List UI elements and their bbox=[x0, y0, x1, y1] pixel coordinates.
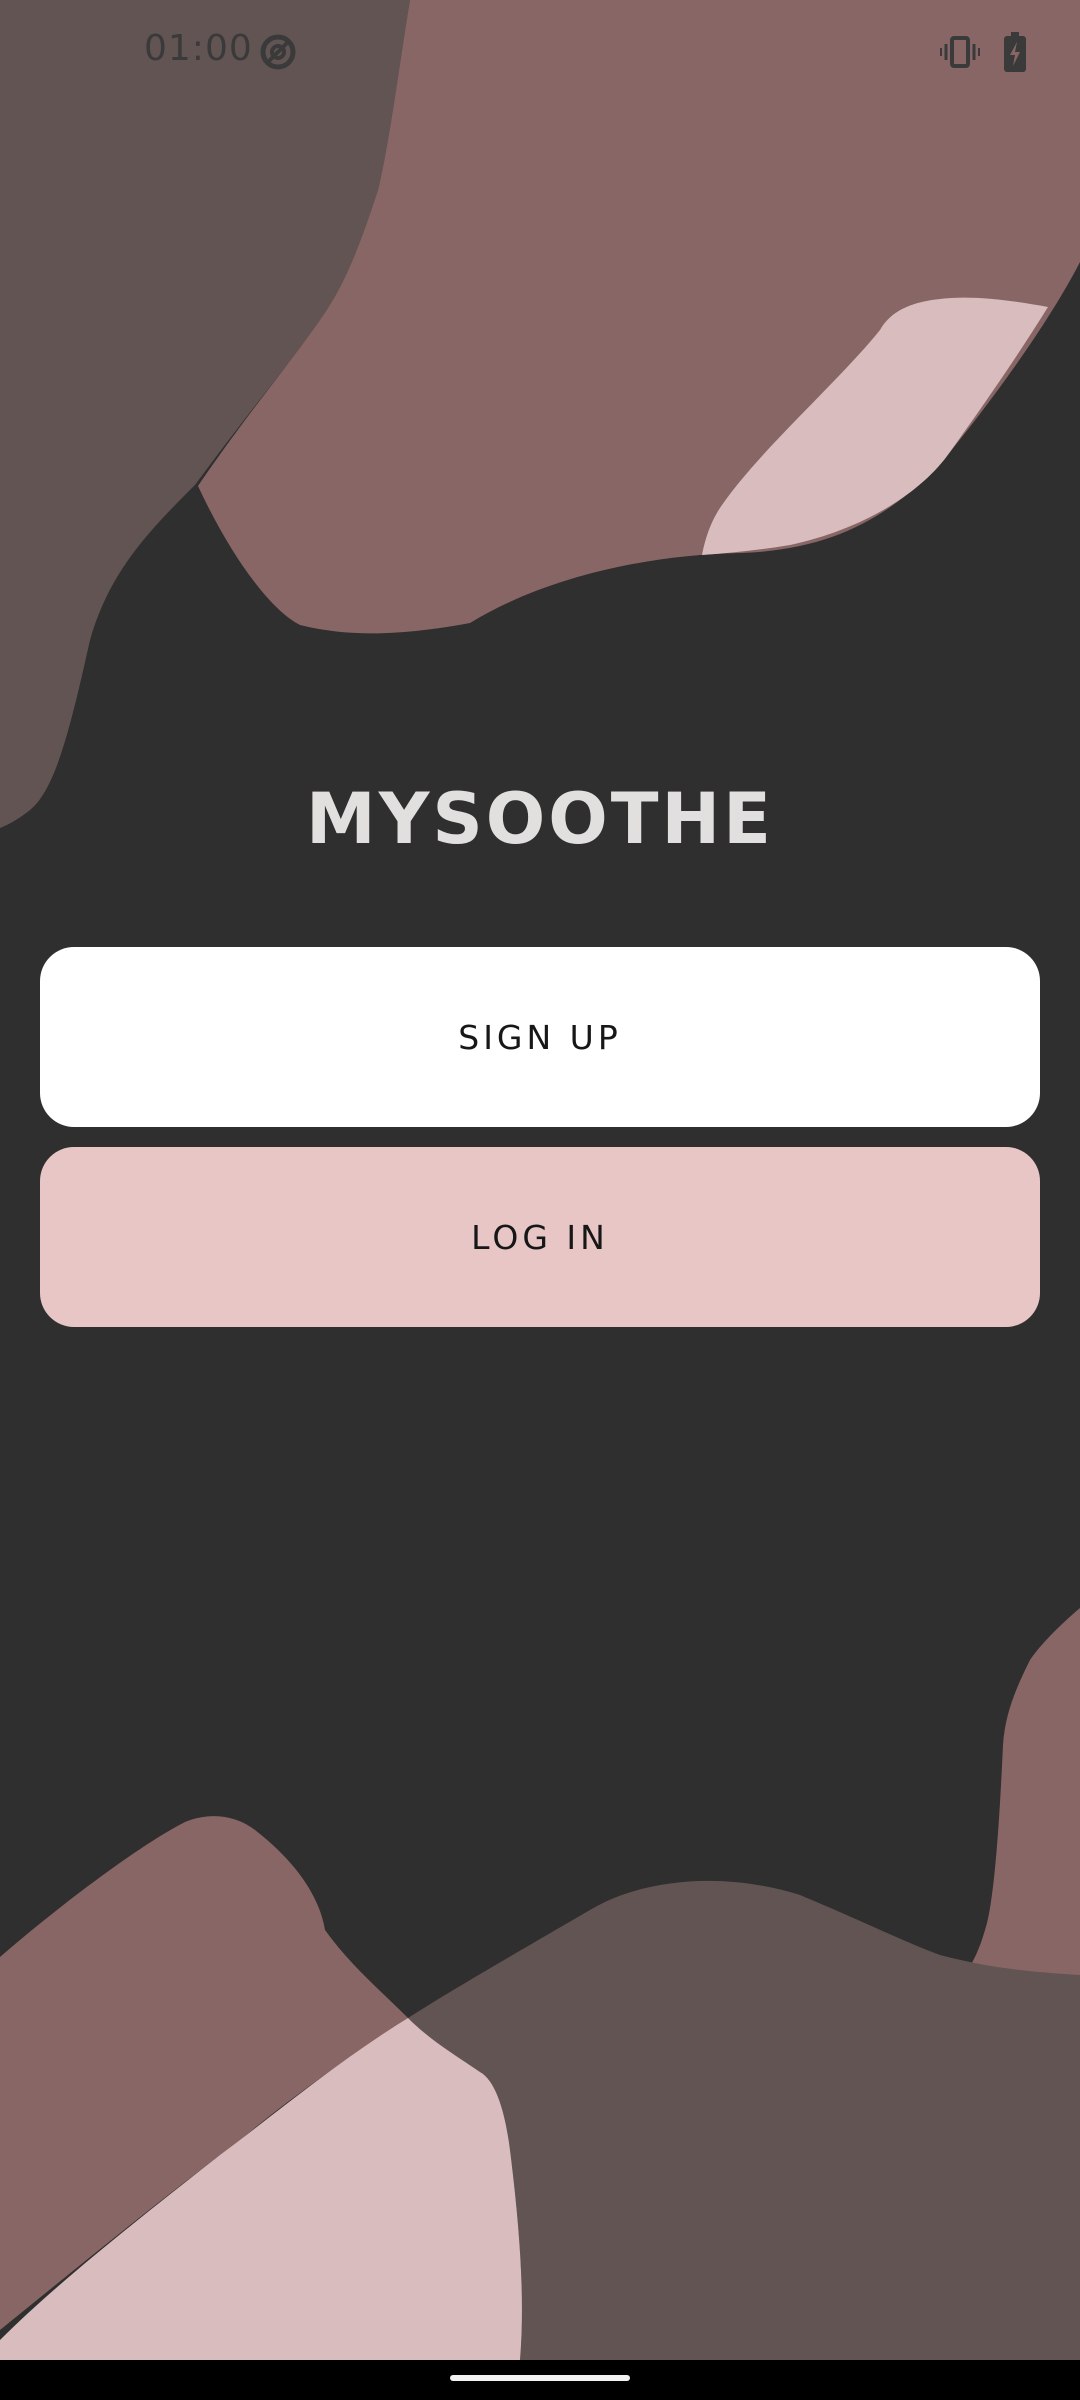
home-gesture-handle[interactable] bbox=[450, 2375, 630, 2381]
welcome-screen: 01:00 MYSOOTHE SIGN UP LOG IN bbox=[0, 0, 1080, 2400]
app-title: MYSOOTHE bbox=[306, 778, 774, 860]
sign-up-label: SIGN UP bbox=[458, 1017, 622, 1057]
status-bar: 01:00 bbox=[0, 0, 1080, 104]
sign-up-button[interactable]: SIGN UP bbox=[40, 947, 1040, 1127]
log-in-button[interactable]: LOG IN bbox=[40, 1147, 1040, 1327]
battery-charging-icon bbox=[1004, 32, 1026, 77]
focus-mode-icon bbox=[258, 32, 298, 77]
navigation-bar bbox=[0, 2360, 1080, 2400]
status-time: 01:00 bbox=[144, 28, 253, 69]
log-in-label: LOG IN bbox=[471, 1217, 609, 1257]
vibrate-icon bbox=[940, 34, 980, 75]
